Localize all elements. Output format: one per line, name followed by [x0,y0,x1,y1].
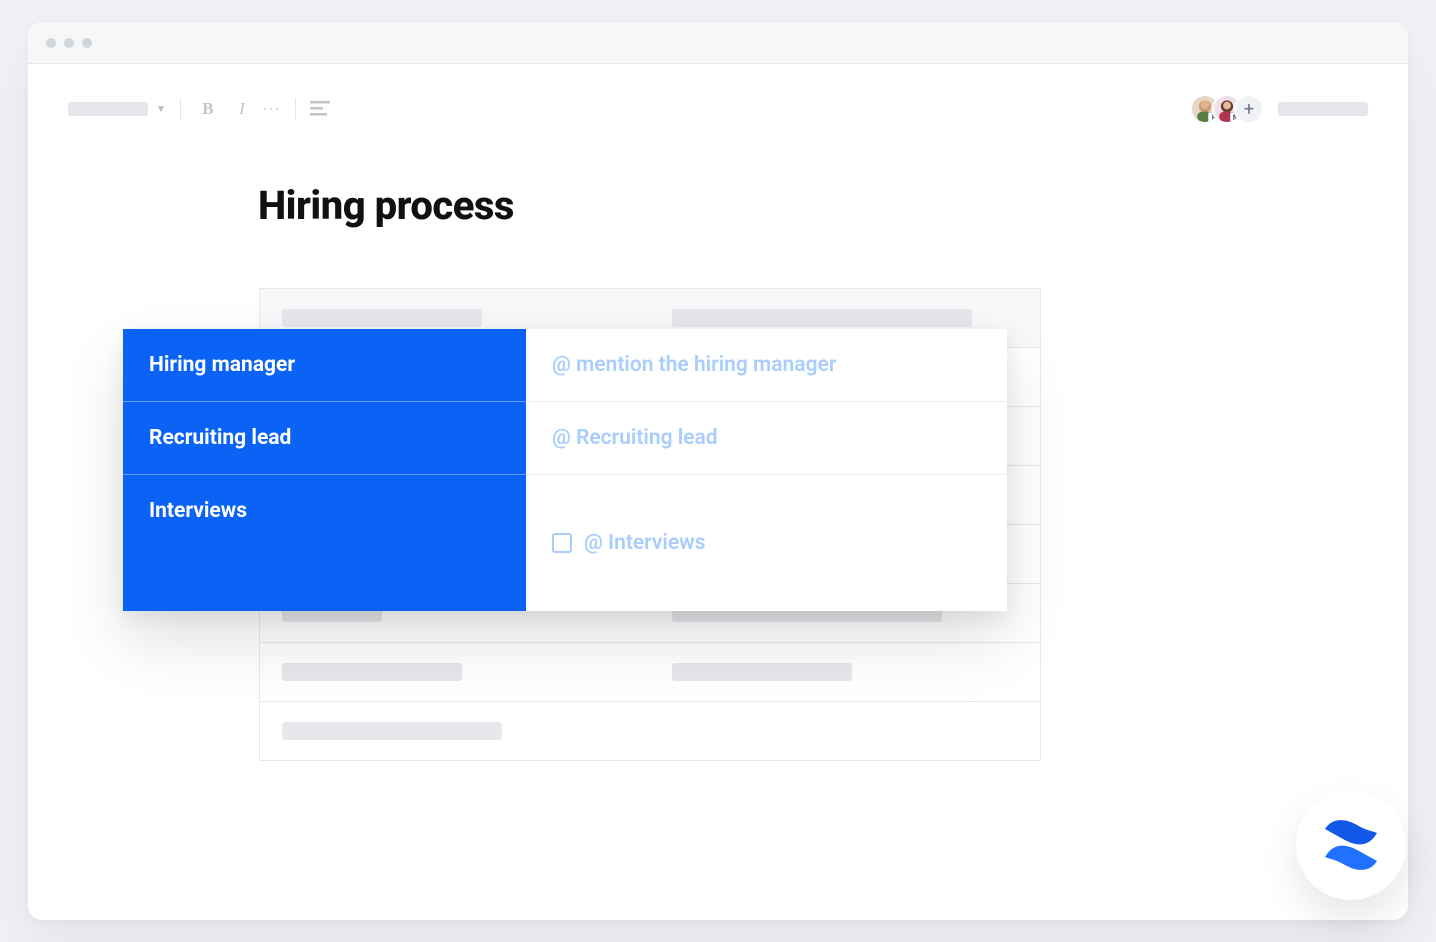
field-label: Hiring manager [123,329,526,402]
toolbar-separator [180,98,181,120]
browser-window: ▼ B I ··· R M [28,22,1408,920]
chevron-down-icon: ▼ [156,104,166,115]
bold-button[interactable]: B [195,99,221,119]
popup-row: Interviews @ Interviews [123,475,1007,611]
window-dot [64,38,74,48]
more-formatting-button[interactable]: ··· [263,100,282,119]
mention-placeholder: @ Interviews [584,531,706,555]
popup-row: Hiring manager @ mention the hiring mana… [123,329,1007,402]
field-placeholder[interactable]: @ Recruiting lead [526,402,1007,475]
text-style-selector[interactable] [68,102,148,116]
field-placeholder[interactable]: @ Interviews [526,475,1007,611]
window-titlebar [28,22,1408,64]
popup-row: Recruiting lead @ Recruiting lead [123,402,1007,475]
window-dot [46,38,56,48]
toolbar-separator [295,98,296,120]
align-left-icon[interactable] [310,101,330,117]
mention-placeholder: @ mention the hiring manager [552,353,836,377]
publish-button[interactable] [1278,102,1368,116]
confluence-logo [1296,790,1406,900]
field-label: Recruiting lead [123,402,526,475]
editor-area: ▼ B I ··· R M [28,64,1408,920]
window-dot [82,38,92,48]
page-title[interactable]: Hiring process [258,182,1368,229]
italic-button[interactable]: I [229,99,255,119]
presence-avatars[interactable]: R M + [1190,94,1264,124]
mention-placeholder: @ Recruiting lead [552,426,718,450]
checkbox-icon[interactable] [552,533,572,553]
template-fields-popup: Hiring manager @ mention the hiring mana… [123,329,1007,611]
field-placeholder[interactable]: @ mention the hiring manager [526,329,1007,402]
add-collaborator-button[interactable]: + [1234,94,1264,124]
editor-toolbar: ▼ B I ··· R M [68,94,1368,124]
field-label: Interviews [123,475,526,611]
